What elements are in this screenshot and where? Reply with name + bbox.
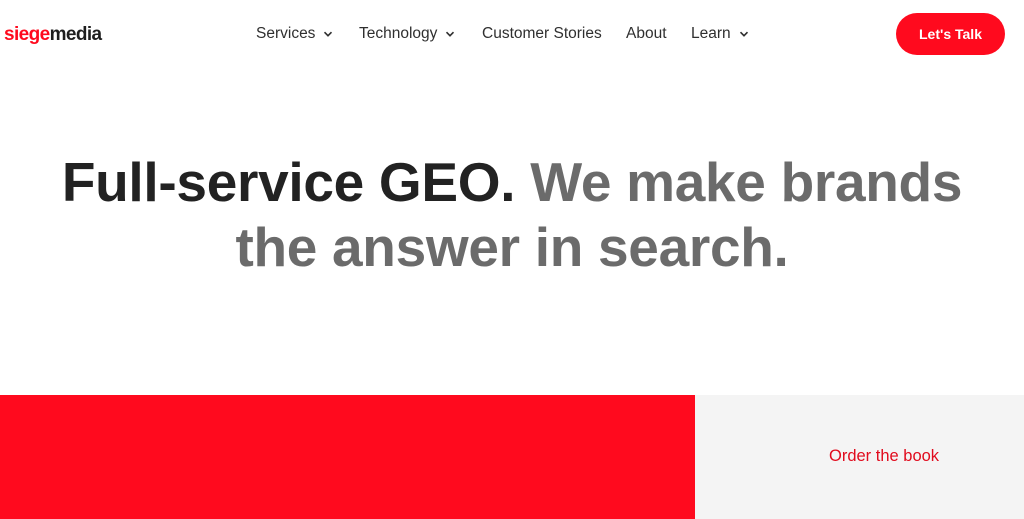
- nav-label-learn: Learn: [691, 25, 731, 42]
- hero-headline-dark: Full-service GEO.: [61, 151, 516, 213]
- nav-item-about[interactable]: About: [626, 24, 667, 44]
- lets-talk-button[interactable]: Let's Talk: [896, 13, 1005, 55]
- logo-siege: siege: [4, 24, 50, 45]
- nav-item-technology[interactable]: Technology: [359, 24, 455, 44]
- logo-media: media: [49, 24, 103, 45]
- order-book-link[interactable]: Order the book: [829, 446, 939, 466]
- hero-headline-gray-1: We make brands: [530, 151, 963, 213]
- chevron-down-icon: [445, 29, 455, 39]
- site-header: siegemedia Services Technology Customer …: [0, 0, 1024, 68]
- siegemedia-logo[interactable]: siegemedia: [4, 23, 102, 47]
- nav-label-about: About: [626, 25, 667, 42]
- nav-item-learn[interactable]: Learn: [691, 24, 749, 44]
- nav-label-services: Services: [256, 25, 316, 42]
- hero-headline: Full-service GEO. We make brands the ans…: [0, 150, 1024, 280]
- page: siegemedia Services Technology Customer …: [0, 0, 1024, 519]
- nav-label-customer-stories: Customer Stories: [482, 25, 602, 42]
- red-feature-panel: [0, 395, 695, 519]
- nav-item-services[interactable]: Services: [256, 24, 333, 44]
- nav-item-customer-stories[interactable]: Customer Stories: [482, 24, 602, 44]
- chevron-down-icon: [323, 29, 333, 39]
- nav-label-technology: Technology: [359, 25, 438, 42]
- cut-off-text: [808, 513, 848, 519]
- chevron-down-icon: [739, 29, 749, 39]
- hero-headline-gray-2: the answer in search.: [235, 216, 789, 278]
